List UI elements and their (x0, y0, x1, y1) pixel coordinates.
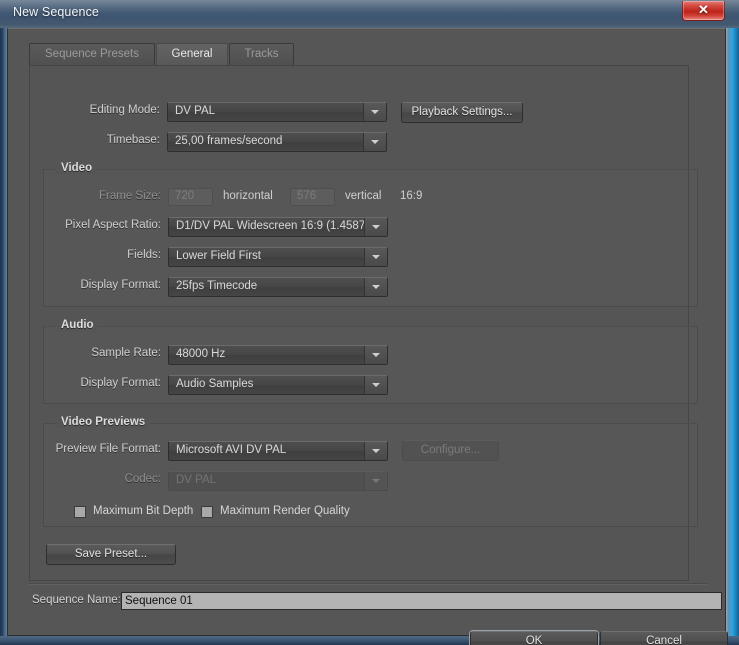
audio-group: Audio Sample Rate: 48000 Hz Display Form… (43, 319, 698, 404)
row-editing-mode: Editing Mode: DV PAL (90, 102, 387, 122)
editing-mode-value: DV PAL (175, 105, 216, 117)
horizontal-label: horizontal (223, 190, 273, 202)
video-previews-group-title: Video Previews (56, 416, 151, 428)
chevron-down-icon (364, 278, 387, 296)
timebase-select[interactable]: 25,00 frames/second (167, 132, 387, 152)
sequence-name-input[interactable] (121, 592, 722, 610)
codec-label: Codec: (124, 473, 161, 485)
tab-general[interactable]: General (156, 43, 228, 65)
frame-width-value: 720 (175, 190, 195, 202)
window-border-right (726, 0, 739, 645)
row-video-display-format: Display Format: 25fps Timecode (80, 277, 388, 297)
aero-window-frame: New Sequence ✕ Sequence Presets General … (0, 0, 739, 645)
audio-display-format-select[interactable]: Audio Samples (168, 375, 388, 395)
codec-select[interactable]: DV PAL (168, 471, 388, 491)
timebase-value: 25,00 frames/second (175, 135, 283, 147)
tab-sequence-presets[interactable]: Sequence Presets (29, 43, 155, 65)
video-display-format-label: Display Format: (80, 279, 161, 291)
checkbox-box (201, 506, 213, 518)
general-tab-panel: Editing Mode: DV PAL Playback Settings..… (29, 66, 698, 581)
save-preset-button[interactable]: Save Preset... (46, 544, 176, 565)
close-icon[interactable]: ✕ (682, 1, 725, 21)
video-display-format-value: 25fps Timecode (176, 280, 258, 292)
checkbox-box (74, 506, 86, 518)
chevron-down-icon (364, 248, 387, 266)
timebase-label: Timebase: (106, 134, 160, 146)
frame-width-input: 720 (168, 188, 213, 206)
frame-height-value: 576 (297, 190, 317, 202)
row-preview-file-format: Preview File Format: Microsoft AVI DV PA… (56, 441, 388, 461)
audio-display-format-label: Display Format: (80, 377, 161, 389)
chevron-down-icon (363, 103, 386, 121)
row-frame-size: Frame Size: 720 horizontal 576 vertical … (99, 188, 468, 208)
editing-mode-select[interactable]: DV PAL (167, 102, 387, 122)
row-sample-rate: Sample Rate: 48000 Hz (91, 345, 388, 365)
row-timebase: Timebase: 25,00 frames/second (107, 132, 387, 152)
pixel-aspect-ratio-value: D1/DV PAL Widescreen 16:9 (1.4587) (176, 220, 370, 232)
sample-rate-value: 48000 Hz (176, 348, 226, 360)
chevron-down-icon (364, 376, 387, 394)
ok-button[interactable]: OK (470, 631, 598, 645)
max-bit-depth-label: Maximum Bit Depth (93, 505, 194, 517)
window-border-left (0, 0, 7, 645)
row-audio-display-format: Display Format: Audio Samples (80, 375, 388, 395)
video-group: Video Frame Size: 720 horizontal 576 ver… (43, 162, 698, 307)
frame-size-label: Frame Size: (99, 190, 161, 202)
chevron-down-icon (364, 346, 387, 364)
preview-file-format-value: Microsoft AVI DV PAL (176, 444, 287, 456)
video-display-format-select[interactable]: 25fps Timecode (168, 277, 388, 297)
row-codec: Codec: DV PAL (125, 471, 388, 491)
row-pixel-aspect-ratio: Pixel Aspect Ratio: D1/DV PAL Widescreen… (65, 217, 388, 237)
chevron-down-icon (364, 472, 387, 490)
video-group-title: Video (56, 162, 98, 174)
video-previews-group: Video Previews Preview File Format: Micr… (43, 416, 698, 527)
cancel-button[interactable]: Cancel (600, 631, 728, 645)
codec-value: DV PAL (176, 474, 217, 486)
new-sequence-dialog: Sequence Presets General Tracks Editing … (7, 28, 728, 645)
preview-file-format-label: Preview File Format: (55, 443, 161, 455)
chevron-down-icon (363, 133, 386, 151)
fields-label: Fields: (127, 249, 161, 261)
pixel-aspect-ratio-label: Pixel Aspect Ratio: (65, 219, 161, 231)
preview-file-format-select[interactable]: Microsoft AVI DV PAL (168, 441, 388, 461)
window-titlebar: New Sequence ✕ (0, 0, 739, 28)
audio-display-format-value: Audio Samples (176, 378, 254, 390)
sample-rate-label: Sample Rate: (91, 347, 161, 359)
tabstrip: Sequence Presets General Tracks (29, 43, 689, 66)
close-icon-glyph: ✕ (698, 2, 709, 17)
window-title: New Sequence (13, 5, 99, 19)
sequence-name-label: Sequence Name: (32, 594, 121, 606)
row-fields: Fields: Lower Field First (127, 247, 388, 267)
chevron-down-icon (364, 442, 387, 460)
fields-select[interactable]: Lower Field First (168, 247, 388, 267)
configure-button[interactable]: Configure... (402, 440, 499, 461)
max-render-quality-label: Maximum Render Quality (220, 505, 350, 517)
audio-group-title: Audio (56, 319, 99, 331)
frame-height-input: 576 (290, 188, 335, 206)
playback-settings-button[interactable]: Playback Settings... (401, 102, 523, 123)
section-divider (29, 583, 707, 585)
pixel-aspect-ratio-select[interactable]: D1/DV PAL Widescreen 16:9 (1.4587) (168, 217, 388, 237)
editing-mode-label: Editing Mode: (89, 104, 160, 116)
vertical-label: vertical (345, 190, 382, 202)
fields-value: Lower Field First (176, 250, 261, 262)
sample-rate-select[interactable]: 48000 Hz (168, 345, 388, 365)
chevron-down-icon (364, 218, 387, 236)
aspect-ratio-readout: 16:9 (400, 190, 423, 202)
tab-tracks[interactable]: Tracks (229, 43, 294, 65)
